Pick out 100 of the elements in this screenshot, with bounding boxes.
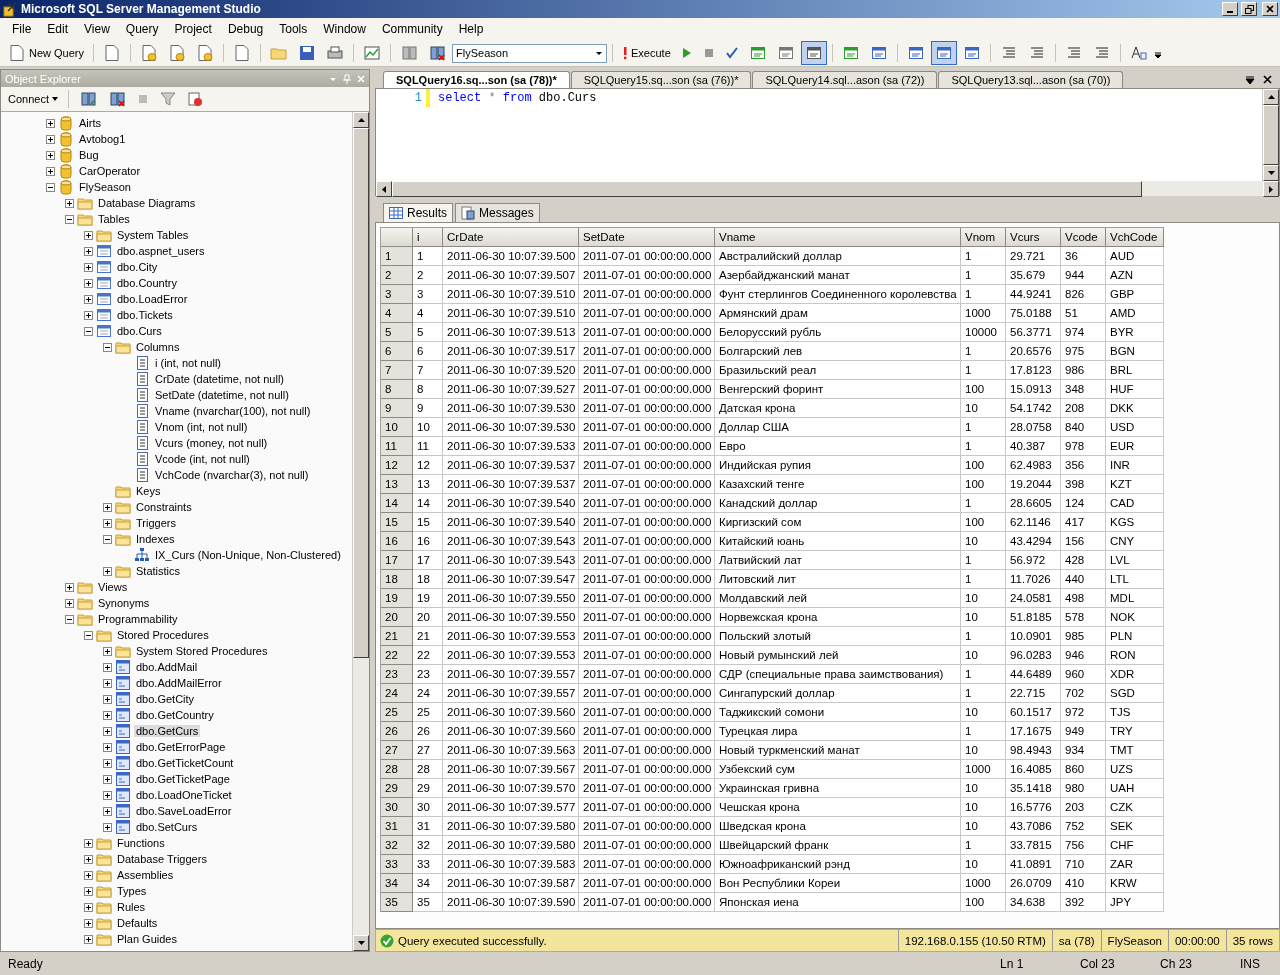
row-header[interactable]: 31 bbox=[381, 817, 413, 836]
tree-item[interactable]: Assemblies bbox=[115, 869, 176, 881]
row-header[interactable]: 8 bbox=[381, 380, 413, 399]
expand-icon[interactable] bbox=[84, 262, 93, 272]
expand-icon[interactable] bbox=[65, 198, 74, 208]
row-header[interactable]: 14 bbox=[381, 494, 413, 513]
expand-icon[interactable] bbox=[103, 694, 112, 704]
tree-item[interactable]: Defaults bbox=[115, 917, 160, 929]
tree-item[interactable]: dbo.AddMail bbox=[134, 661, 200, 673]
tree-item[interactable]: CarOperator bbox=[77, 165, 143, 177]
tree-item[interactable]: Programmability bbox=[96, 613, 180, 625]
tree-item[interactable]: CrDate (datetime, not null) bbox=[153, 373, 286, 385]
database-dropdown[interactable]: FlySeason bbox=[452, 43, 608, 63]
tree-item[interactable]: Plan Guides bbox=[115, 933, 179, 945]
scroll-thumb[interactable] bbox=[1263, 105, 1279, 165]
menu-item[interactable]: Edit bbox=[39, 20, 77, 38]
query-editor[interactable]: 1 select * from dbo.Curs bbox=[375, 88, 1280, 196]
tree-item[interactable]: Database Triggers bbox=[115, 853, 209, 865]
expand-icon[interactable] bbox=[103, 742, 112, 752]
tree-item[interactable]: Database Diagrams bbox=[96, 197, 198, 209]
tree-item[interactable]: Triggers bbox=[134, 517, 178, 529]
expand-icon[interactable] bbox=[84, 902, 93, 912]
tree-item[interactable]: VchCode (nvarchar(3), not null) bbox=[153, 469, 311, 481]
tree-item[interactable]: dbo.Curs bbox=[115, 325, 164, 337]
menu-item[interactable]: Debug bbox=[219, 20, 272, 38]
document-tab[interactable]: SQLQuery15.sq...son (sa (76))* bbox=[570, 71, 752, 88]
row-header[interactable]: 1 bbox=[381, 247, 413, 266]
tree-item[interactable]: dbo.GetCity bbox=[134, 693, 197, 705]
tree-item[interactable]: SetDate (datetime, not null) bbox=[153, 389, 291, 401]
expand-icon[interactable] bbox=[103, 566, 112, 576]
tree-item[interactable]: Columns bbox=[134, 341, 182, 353]
close-button[interactable] bbox=[1262, 2, 1278, 16]
expand-icon[interactable] bbox=[84, 934, 93, 944]
row-header[interactable]: 35 bbox=[381, 893, 413, 912]
collapse-icon[interactable] bbox=[84, 630, 93, 640]
row-header[interactable]: 5 bbox=[381, 323, 413, 342]
results-to-grid-button[interactable] bbox=[930, 41, 957, 65]
column-header[interactable]: CrDate bbox=[443, 228, 579, 247]
row-header[interactable]: 4 bbox=[381, 304, 413, 323]
menu-item[interactable]: Query bbox=[117, 20, 167, 38]
tree-item[interactable]: dbo.City bbox=[115, 261, 160, 273]
row-header[interactable]: 3 bbox=[381, 285, 413, 304]
tree-item[interactable]: dbo.GetTicketCount bbox=[134, 757, 236, 769]
vertical-scrollbar[interactable] bbox=[1262, 89, 1279, 181]
tree-item[interactable]: Keys bbox=[134, 485, 163, 497]
menu-item[interactable]: Project bbox=[166, 20, 220, 38]
toolbar-button[interactable] bbox=[800, 41, 827, 65]
row-header[interactable]: 23 bbox=[381, 665, 413, 684]
tree-item[interactable]: Synonyms bbox=[96, 597, 152, 609]
expand-icon[interactable] bbox=[103, 758, 112, 768]
menu-item[interactable]: Window bbox=[315, 20, 374, 38]
expand-icon[interactable] bbox=[84, 246, 93, 256]
expand-icon[interactable] bbox=[84, 838, 93, 848]
tree-item[interactable]: dbo.Country bbox=[115, 277, 179, 289]
menu-item[interactable]: Tools bbox=[271, 20, 316, 38]
tree-item[interactable]: dbo.SaveLoadError bbox=[134, 805, 234, 817]
column-header[interactable]: Vname bbox=[715, 228, 961, 247]
results-tab[interactable]: Messages bbox=[455, 203, 540, 222]
column-header[interactable]: Vnom bbox=[961, 228, 1006, 247]
tree-item[interactable]: Bug bbox=[77, 149, 101, 161]
tree-item[interactable]: dbo.GetCountry bbox=[134, 709, 216, 721]
document-tab[interactable]: SQLQuery13.sql...ason (sa (70)) bbox=[938, 71, 1124, 88]
expand-icon[interactable] bbox=[103, 822, 112, 832]
tree-item[interactable]: dbo.GetTicketPage bbox=[134, 773, 232, 785]
expand-icon[interactable] bbox=[103, 646, 112, 656]
row-header[interactable]: 27 bbox=[381, 741, 413, 760]
row-header[interactable]: 34 bbox=[381, 874, 413, 893]
row-header[interactable]: 15 bbox=[381, 513, 413, 532]
expand-icon[interactable] bbox=[84, 870, 93, 880]
execute-button[interactable]: Execute bbox=[618, 43, 675, 63]
expand-icon[interactable] bbox=[46, 166, 55, 176]
restore-button[interactable] bbox=[1241, 2, 1257, 16]
expand-icon[interactable] bbox=[84, 294, 93, 304]
expand-icon[interactable] bbox=[103, 774, 112, 784]
menu-item[interactable]: View bbox=[76, 20, 118, 38]
row-header[interactable]: 12 bbox=[381, 456, 413, 475]
tree-item[interactable]: System Tables bbox=[115, 229, 191, 241]
row-header[interactable]: 32 bbox=[381, 836, 413, 855]
expand-icon[interactable] bbox=[84, 278, 93, 288]
expand-icon[interactable] bbox=[103, 726, 112, 736]
tree-item[interactable]: i (int, not null) bbox=[153, 357, 224, 369]
collapse-icon[interactable] bbox=[65, 214, 74, 224]
expand-icon[interactable] bbox=[103, 790, 112, 800]
menu-item[interactable]: Community bbox=[373, 20, 451, 38]
tree-item[interactable]: dbo.aspnet_users bbox=[115, 245, 207, 257]
horizontal-scrollbar[interactable] bbox=[376, 181, 1279, 196]
minimize-button[interactable] bbox=[1222, 2, 1238, 16]
row-header[interactable]: 19 bbox=[381, 589, 413, 608]
tree-item[interactable]: dbo.LoadOneTicket bbox=[134, 789, 234, 801]
row-header[interactable]: 22 bbox=[381, 646, 413, 665]
row-header[interactable]: 2 bbox=[381, 266, 413, 285]
tree-item[interactable]: Vname (nvarchar(100), not null) bbox=[153, 405, 313, 417]
row-header[interactable]: 17 bbox=[381, 551, 413, 570]
expand-icon[interactable] bbox=[46, 150, 55, 160]
tree-item[interactable]: dbo.Tickets bbox=[115, 309, 175, 321]
row-header[interactable]: 9 bbox=[381, 399, 413, 418]
expand-icon[interactable] bbox=[84, 918, 93, 928]
tree-item[interactable]: Indexes bbox=[134, 533, 177, 545]
tree-item[interactable]: dbo.GetErrorPage bbox=[134, 741, 228, 753]
tree-item[interactable]: FlySeason bbox=[77, 181, 133, 193]
